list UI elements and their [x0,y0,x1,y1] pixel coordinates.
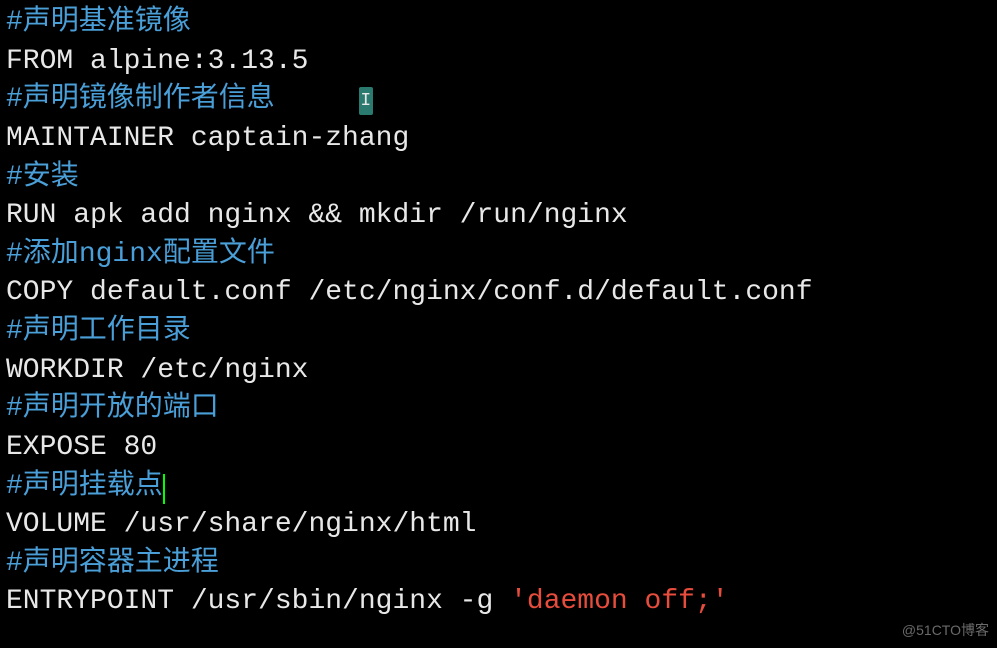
dockerfile-line: FROM alpine:3.13.5 [6,43,991,82]
code-text: VOLUME /usr/share/nginx/html [6,509,476,540]
dockerfile-line: #声明镜像制作者信息 I [6,81,991,120]
edit-cursor-icon [163,474,165,504]
dockerfile-line: #安装 [6,159,991,198]
dockerfile-line: VOLUME /usr/share/nginx/html [6,506,991,545]
code-text: RUN apk add nginx && mkdir /run/nginx [6,200,628,231]
dockerfile-line: #添加nginx配置文件 [6,236,991,275]
comment-text: #声明镜像制作者信息 [6,84,275,115]
dockerfile-line: #声明基准镜像 [6,4,991,43]
dockerfile-line: WORKDIR /etc/nginx [6,352,991,391]
dockerfile-line: EXPOSE 80 [6,429,991,468]
dockerfile-line: ENTRYPOINT /usr/sbin/nginx -g 'daemon of… [6,583,991,622]
comment-text: #安装 [6,162,79,193]
text-cursor-icon: I [359,87,373,115]
dockerfile-line: MAINTAINER captain-zhang [6,120,991,159]
dockerfile-line: #声明挂载点 [6,468,991,507]
code-text: MAINTAINER captain-zhang [6,123,409,154]
code-text: FROM alpine:3.13.5 [6,46,308,77]
comment-text: #声明工作目录 [6,316,191,347]
comment-text: #添加nginx配置文件 [6,239,275,270]
dockerfile-line: #声明开放的端口 [6,390,991,429]
code-text: EXPOSE 80 [6,432,157,463]
code-text: WORKDIR /etc/nginx [6,355,308,386]
comment-text: #声明开放的端口 [6,393,219,424]
code-text: ENTRYPOINT /usr/sbin/nginx -g [6,586,510,617]
comment-text: #声明挂载点 [6,471,163,502]
string-literal: 'daemon off;' [510,586,728,617]
dockerfile-line: #声明容器主进程 [6,545,991,584]
dockerfile-line: #声明工作目录 [6,313,991,352]
dockerfile-line: RUN apk add nginx && mkdir /run/nginx [6,197,991,236]
watermark-text: @51CTO博客 [902,621,989,640]
comment-text: #声明容器主进程 [6,548,219,579]
dockerfile-line: COPY default.conf /etc/nginx/conf.d/defa… [6,274,991,313]
comment-text: #声明基准镜像 [6,7,191,38]
terminal-editor[interactable]: #声明基准镜像 FROM alpine:3.13.5 #声明镜像制作者信息 I … [6,4,991,622]
code-text: COPY default.conf /etc/nginx/conf.d/defa… [6,277,813,308]
